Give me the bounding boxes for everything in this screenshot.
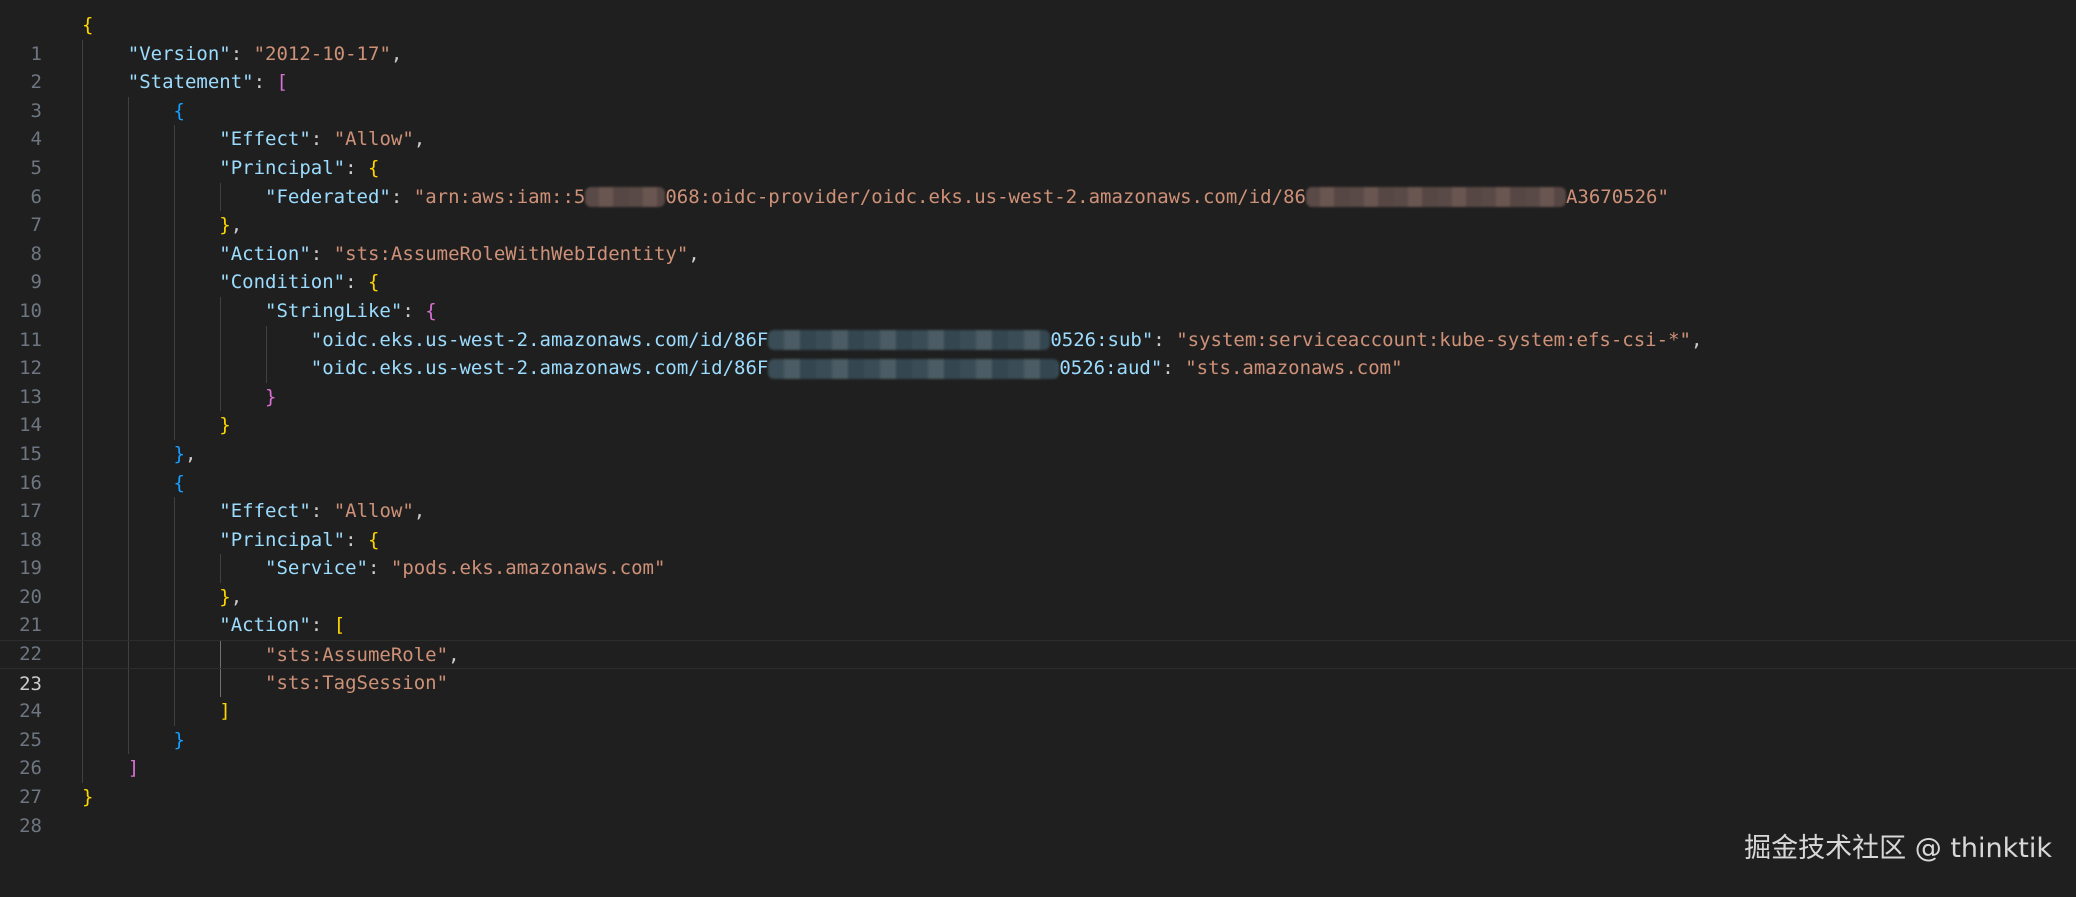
code-line[interactable]: 4 { bbox=[0, 96, 2076, 150]
code-line[interactable]: 8 }, bbox=[0, 211, 2076, 265]
code-line[interactable]: 13 "oidc.eks.us-west-2.amazonaws.com/id/… bbox=[0, 354, 2076, 408]
code-line[interactable]: 12 "oidc.eks.us-west-2.amazonaws.com/id/… bbox=[0, 325, 2076, 379]
code-line[interactable]: 18 "Effect": "Allow", bbox=[0, 497, 2076, 551]
watermark: 掘金技术社区 @ thinktik bbox=[1744, 833, 2052, 864]
code-line[interactable]: 16 }, bbox=[0, 439, 2076, 494]
code-line[interactable]: 5 "Effect": "Allow", bbox=[0, 125, 2076, 179]
code-line[interactable]: 26 } bbox=[0, 725, 2076, 779]
redacted-oidc-id bbox=[768, 330, 1051, 351]
code-line[interactable]: 1 { bbox=[0, 11, 2076, 65]
code-editor[interactable]: 1 { 2 "Version": "2012-10-17", 3 "Statem… bbox=[0, 11, 2076, 837]
redacted-oidc-id bbox=[1305, 187, 1566, 208]
code-line[interactable]: 2 "Version": "2012-10-17", bbox=[0, 39, 2076, 93]
code-line[interactable]: 24 "sts:TagSession" bbox=[0, 668, 2076, 722]
code-line[interactable]: 20 "Service": "pods.eks.amazonaws.com" bbox=[0, 554, 2076, 608]
code-line[interactable]: 14 } bbox=[0, 382, 2076, 436]
redacted-oidc-id bbox=[768, 358, 1060, 379]
code-line[interactable]: 3 "Statement": [ bbox=[0, 68, 2076, 122]
code-line[interactable]: 7 "Federated": "arn:aws:iam::5 068:oidc-p… bbox=[0, 182, 2076, 236]
code-line-current[interactable]: 23 "sts:AssumeRole", bbox=[0, 640, 2076, 695]
code-line[interactable]: 17 { bbox=[0, 468, 2076, 522]
redacted-account-id bbox=[585, 187, 666, 208]
code-line[interactable]: 19 "Principal": { bbox=[0, 525, 2076, 579]
code-line[interactable]: 10 "Condition": { bbox=[0, 268, 2076, 322]
code-line[interactable]: 6 "Principal": { bbox=[0, 153, 2076, 208]
code-line[interactable]: 11 "StringLike": { bbox=[0, 296, 2076, 351]
code-line[interactable]: 25 ] bbox=[0, 697, 2076, 751]
code-line[interactable]: 27 ] bbox=[0, 754, 2076, 808]
line-number: 28 bbox=[19, 814, 42, 837]
code-line[interactable]: 22 "Action": [ bbox=[0, 611, 2076, 665]
code-line[interactable]: 9 "Action": "sts:AssumeRoleWithWebIdenti… bbox=[0, 239, 2076, 293]
code-line[interactable]: 28 } bbox=[0, 783, 2076, 837]
code-line[interactable]: 15 } bbox=[0, 411, 2076, 465]
code-line[interactable]: 21 }, bbox=[0, 582, 2076, 636]
